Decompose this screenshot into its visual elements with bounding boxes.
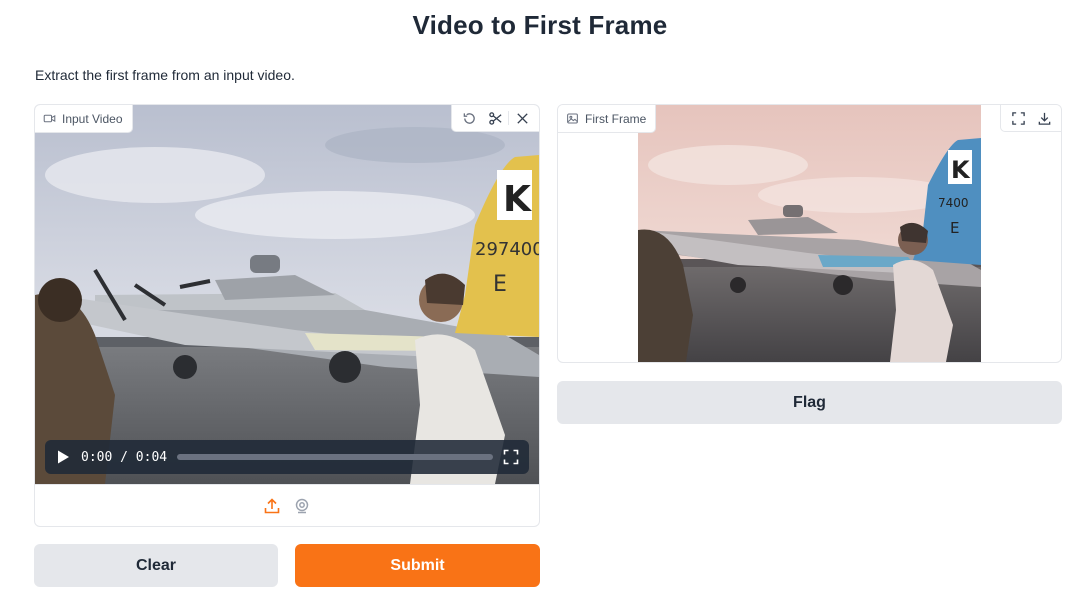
download-icon[interactable] xyxy=(1031,105,1057,131)
video-controls: 0:00 / 0:04 xyxy=(45,440,529,474)
video-time: 0:00 / 0:04 xyxy=(81,449,168,465)
svg-text:E: E xyxy=(950,219,959,237)
fullscreen-icon[interactable] xyxy=(1005,105,1031,131)
input-video-label: Input Video xyxy=(35,105,133,133)
input-video-player[interactable]: K 297400 E 0:00 / 0:04 xyxy=(35,105,539,484)
page-description: Extract the first frame from an input vi… xyxy=(35,67,295,83)
first-frame-toolbar xyxy=(1000,105,1061,132)
svg-text:297400: 297400 xyxy=(475,239,539,260)
first-frame-label: First Frame xyxy=(558,105,657,133)
svg-text:K: K xyxy=(951,156,971,184)
first-frame-panel: K 7400 E First Frame xyxy=(557,104,1062,363)
fullscreen-icon[interactable] xyxy=(503,449,519,465)
first-frame-label-text: First Frame xyxy=(585,111,647,126)
svg-text:7400: 7400 xyxy=(938,196,969,210)
input-video-panel: K 297400 E 0:00 / 0:04 Input Video xyxy=(34,104,540,527)
video-frame: K 297400 E xyxy=(35,105,539,484)
input-video-toolbar xyxy=(451,105,539,132)
play-icon[interactable] xyxy=(55,449,71,465)
first-frame-picture: K 7400 E xyxy=(638,105,981,362)
webcam-icon[interactable] xyxy=(293,497,311,515)
flag-button[interactable]: Flag xyxy=(557,381,1062,424)
first-frame-image: K 7400 E xyxy=(638,105,981,362)
video-camera-icon xyxy=(43,114,56,123)
page-title: Video to First Frame xyxy=(412,10,668,40)
svg-text:K: K xyxy=(503,179,532,220)
svg-text:E: E xyxy=(493,272,507,297)
clear-button[interactable]: Clear xyxy=(34,544,278,587)
upload-icon[interactable] xyxy=(263,497,281,515)
input-video-label-text: Input Video xyxy=(62,111,123,126)
video-progress-bar[interactable] xyxy=(177,454,493,460)
submit-button[interactable]: Submit xyxy=(295,544,540,587)
scissors-icon[interactable] xyxy=(482,105,508,131)
image-icon xyxy=(567,113,578,124)
undo-icon[interactable] xyxy=(456,105,482,131)
close-icon[interactable] xyxy=(509,105,535,131)
video-source-selector xyxy=(35,484,539,526)
